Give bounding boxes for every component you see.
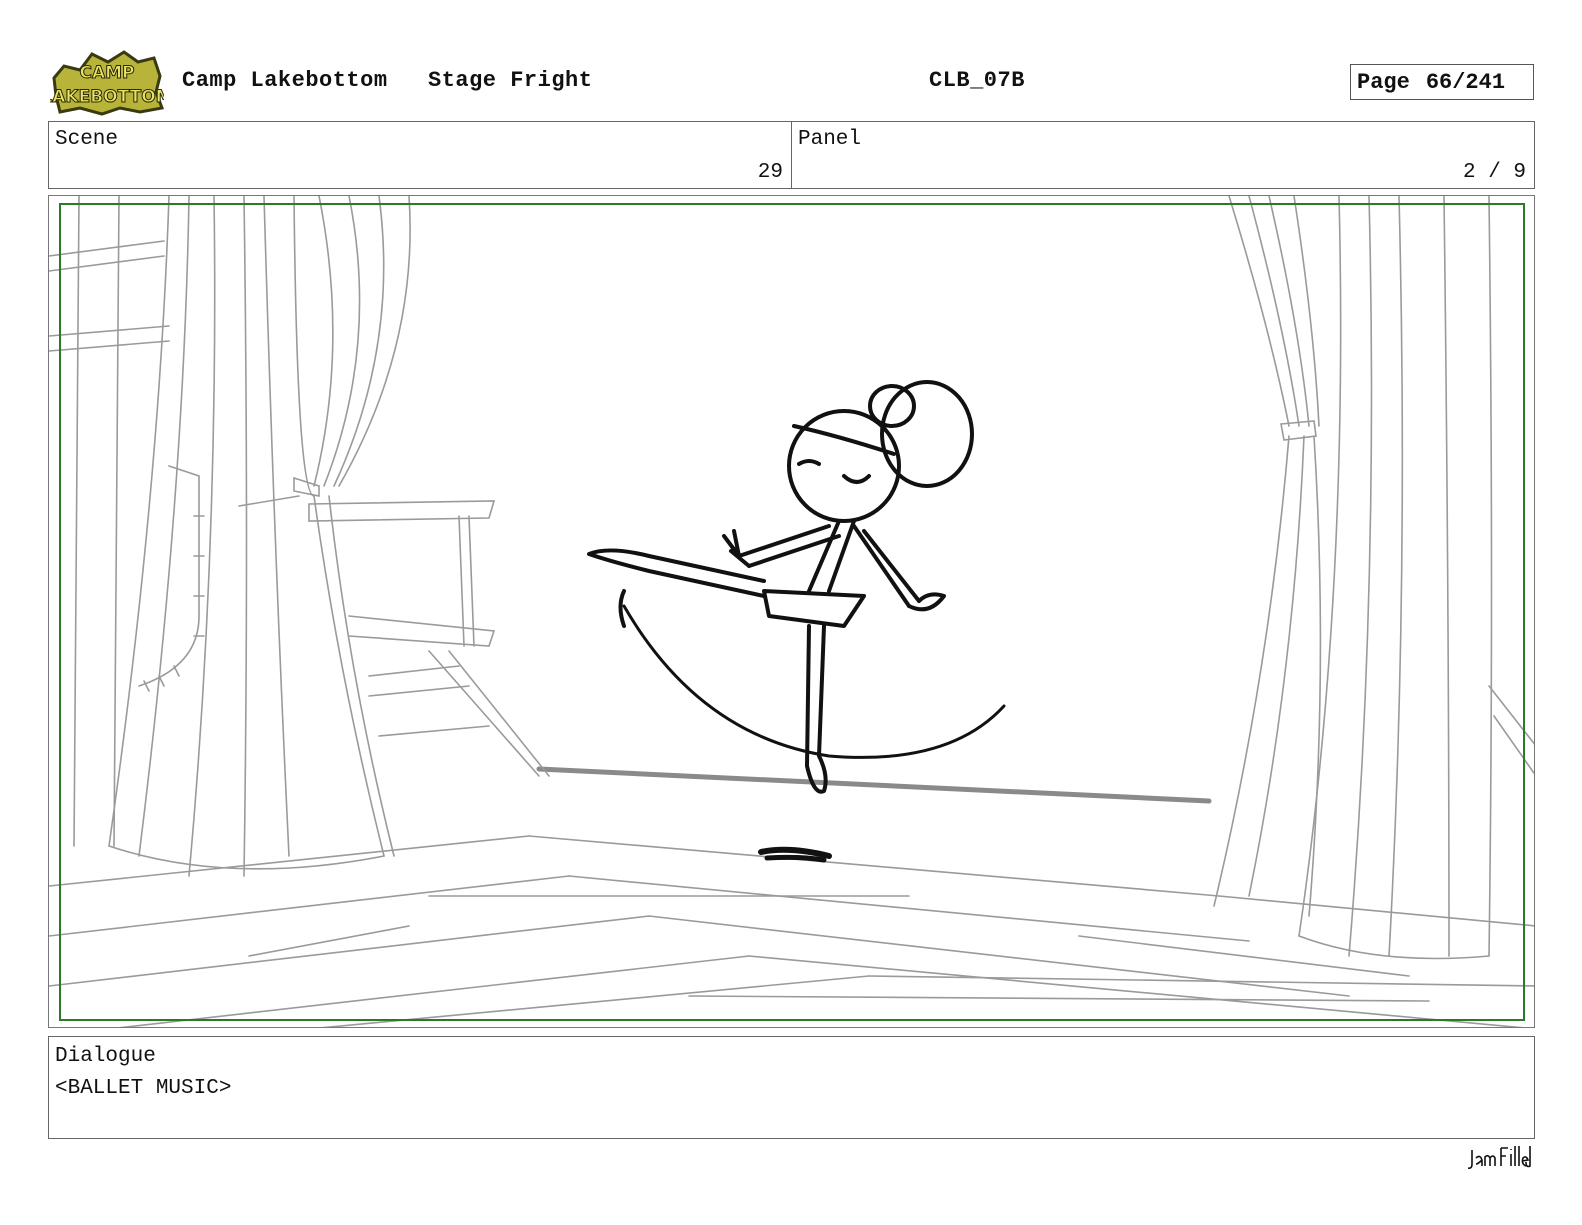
scene-cell: Scene 29 [49,122,791,188]
svg-text:LAKEBOTTOM: LAKEBOTTOM [50,87,164,107]
dialogue-text: <BALLET MUSIC> [55,1077,232,1100]
scene-number: 29 [757,161,783,184]
scene-label: Scene [55,128,119,151]
page-label: Page [1357,69,1410,95]
page-indicator: Page 66/241 [1350,64,1534,100]
camp-lakebottom-logo: CAMP LAKEBOTTOM [50,50,164,116]
dialogue-label: Dialogue [55,1045,156,1068]
page-number: 66/241 [1425,69,1506,95]
dialogue-box: Dialogue <BALLET MUSIC> [48,1036,1535,1139]
episode-title: Stage Fright [428,68,593,93]
jam-filled-signature-icon [1468,1146,1531,1169]
storyboard-panel [48,195,1535,1028]
panel-cell: Panel 2 / 9 [791,122,1534,188]
svg-text:CAMP: CAMP [79,63,134,83]
panel-label: Panel [798,128,862,151]
show-title: Camp Lakebottom [182,68,388,93]
safe-frame-border [59,203,1525,1021]
panel-number: 2 / 9 [1462,161,1526,184]
episode-code: CLB_07B [929,68,1025,93]
scene-panel-row: Scene 29 Panel 2 / 9 [48,121,1535,189]
